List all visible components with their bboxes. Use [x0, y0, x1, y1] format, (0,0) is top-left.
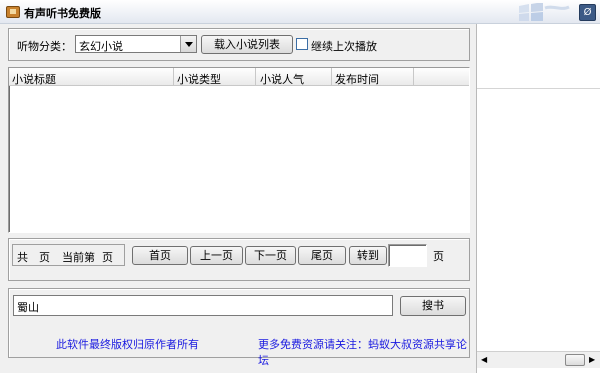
- horizontal-scrollbar[interactable]: ◀ ▶: [477, 351, 600, 368]
- current-label: 当前第: [62, 251, 95, 264]
- header-title[interactable]: 小说标题: [12, 71, 56, 87]
- header-date[interactable]: 发布时间: [335, 71, 379, 87]
- last-page-button[interactable]: 尾页: [298, 246, 346, 265]
- window-title: 有声听书免费版: [24, 7, 101, 20]
- close-button[interactable]: Ø: [579, 4, 596, 21]
- page-info: 共 页 当前第 页: [12, 244, 125, 266]
- category-label: 听物分类：: [17, 40, 72, 53]
- scroll-left-icon[interactable]: ◀: [481, 355, 487, 364]
- title-bar[interactable]: 有声听书免费版 Ø: [0, 0, 600, 24]
- windows-flag-icon: [519, 3, 570, 21]
- novel-table[interactable]: 小说标题 小说类型 小说人气 发布时间: [8, 67, 470, 233]
- continue-label: 继续上次播放: [311, 40, 377, 53]
- prev-page-button[interactable]: 上一页: [190, 246, 243, 265]
- continue-checkbox[interactable]: [296, 38, 308, 50]
- category-selected: 玄幻小说: [79, 40, 123, 53]
- goto-button[interactable]: 转到: [349, 246, 387, 265]
- scroll-right-icon[interactable]: ▶: [589, 355, 595, 364]
- first-page-button[interactable]: 首页: [132, 246, 188, 265]
- side-panel[interactable]: ◀ ▶: [476, 24, 600, 373]
- search-button[interactable]: 搜书: [400, 296, 466, 316]
- current-unit: 页: [102, 251, 113, 264]
- table-header: 小说标题 小说类型 小说人气 发布时间: [9, 68, 469, 86]
- search-panel: 蜀山 搜书 此软件最终版权归原作者所有 更多免费资源请关注：蚂蚁大叔资源共享论坛: [8, 288, 470, 367]
- load-list-button[interactable]: 载入小说列表: [201, 35, 293, 54]
- chevron-down-icon[interactable]: [180, 36, 196, 52]
- goto-unit: 页: [433, 250, 444, 263]
- total-label: 共: [17, 251, 28, 264]
- next-page-button[interactable]: 下一页: [245, 246, 296, 265]
- search-input[interactable]: 蜀山: [13, 295, 393, 316]
- scroll-grip-icon[interactable]: [565, 354, 585, 366]
- header-popularity[interactable]: 小说人气: [260, 71, 304, 87]
- book-icon: [6, 6, 20, 18]
- category-select[interactable]: 玄幻小说: [75, 35, 197, 53]
- total-unit: 页: [39, 251, 50, 264]
- search-value: 蜀山: [17, 301, 39, 314]
- copyright-text: 此软件最终版权归原作者所有: [56, 338, 199, 351]
- header-type[interactable]: 小说类型: [177, 71, 221, 87]
- goto-page-input[interactable]: [388, 244, 427, 267]
- category-panel: 听物分类： 玄幻小说 载入小说列表 继续上次播放: [8, 28, 470, 61]
- forum-link[interactable]: 更多免费资源请关注：蚂蚁大叔资源共享论坛: [258, 336, 469, 368]
- pagination-panel: 共 页 当前第 页 首页 上一页 下一页 尾页 转到 页: [8, 238, 470, 281]
